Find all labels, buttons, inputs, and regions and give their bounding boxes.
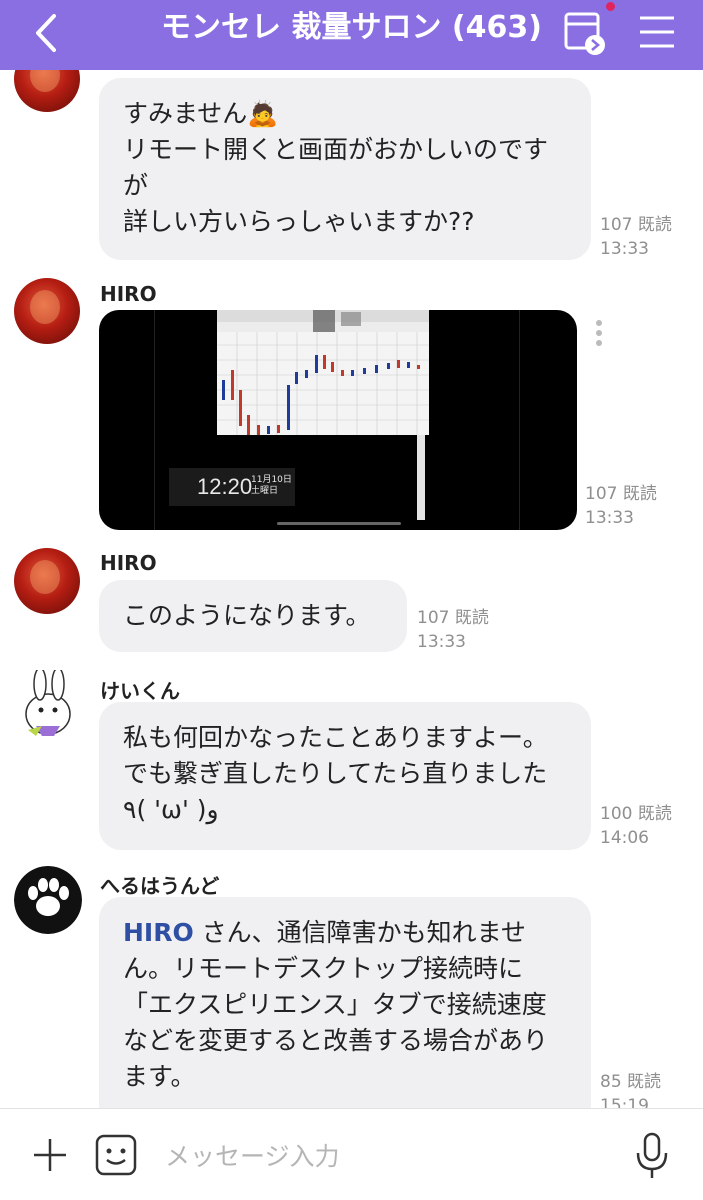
- notification-dot: [606, 2, 615, 11]
- avatar[interactable]: [14, 70, 80, 112]
- shared-image[interactable]: 12:20 11月10日 土曜日: [99, 310, 577, 530]
- more-options-icon[interactable]: [596, 320, 604, 350]
- plus-icon[interactable]: [28, 1133, 72, 1177]
- avatar[interactable]: [14, 866, 82, 934]
- clock-widget: 12:20 11月10日 土曜日: [169, 468, 295, 506]
- message-input-bar: メッセージ入力: [0, 1108, 703, 1200]
- message-bubble[interactable]: HIRO さん、通信障害かも知れませ ん。リモートデスクトップ接続時に 「エクス…: [99, 897, 591, 1108]
- sender-name: へるはうんど: [100, 874, 220, 898]
- avatar[interactable]: [14, 548, 80, 614]
- message-meta: 85 既読 15:19: [600, 1072, 662, 1108]
- sender-name: HIRO: [100, 282, 157, 306]
- microphone-icon[interactable]: [632, 1131, 672, 1181]
- avatar[interactable]: [14, 670, 84, 740]
- message-bubble[interactable]: このようになります。: [99, 580, 407, 652]
- sticker-icon[interactable]: [94, 1133, 138, 1177]
- message-meta: 107 既読 13:33: [585, 484, 657, 528]
- message-list[interactable]: すみません🙇 リモート開くと画面がおかしいのです が 詳しい方いらっしゃいますか…: [0, 70, 703, 1108]
- sender-name: HIRO: [100, 551, 157, 575]
- message-bubble[interactable]: 私も何回かなったことありますよー。 でも繋ぎ直したりしてたら直りました ٩( '…: [99, 702, 591, 850]
- message-meta: 107 既読 13:33: [417, 608, 489, 652]
- screen-share-icon[interactable]: [560, 8, 610, 58]
- message-meta: 107 既読 13:33: [600, 215, 672, 259]
- message-bubble[interactable]: すみません🙇 リモート開くと画面がおかしいのです が 詳しい方いらっしゃいますか…: [99, 78, 591, 260]
- message-input[interactable]: メッセージ入力: [165, 1137, 340, 1173]
- avatar[interactable]: [14, 278, 80, 344]
- message-meta: 100 既読 14:06: [600, 804, 672, 848]
- chat-header: モンセレ 裁量サロン (463): [0, 0, 703, 70]
- menu-icon[interactable]: [634, 10, 680, 56]
- sender-name: けいくん: [100, 679, 180, 703]
- mention-link[interactable]: HIRO: [123, 918, 194, 947]
